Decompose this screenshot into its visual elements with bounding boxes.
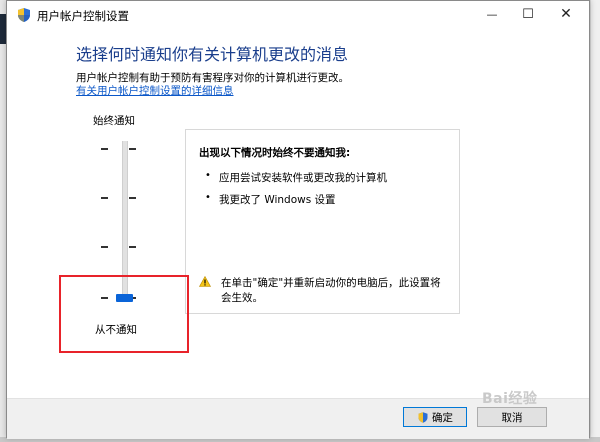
- warning-icon: [199, 276, 211, 287]
- slider-tick: [101, 148, 108, 150]
- minimize-button[interactable]: —: [475, 1, 509, 27]
- warning-text: 在单击"确定"并重新启动你的电脑后，此设置将会生效。: [221, 277, 441, 304]
- watermark: Bai经验: [482, 391, 538, 407]
- bullet-marker: •: [205, 170, 211, 181]
- maximize-button[interactable]: ☐: [511, 1, 545, 27]
- bullet-marker: •: [205, 192, 211, 203]
- slider-tick: [129, 148, 136, 150]
- slider-tick: [129, 197, 136, 199]
- minimize-icon: —: [486, 7, 498, 21]
- slider-tick: [129, 246, 136, 248]
- setting-description-panel: 出现以下情况时始终不要通知我: • 应用尝试安装软件或更改我的计算机 • 我更改…: [185, 129, 460, 314]
- panel-title: 出现以下情况时始终不要通知我:: [199, 147, 351, 159]
- desktop-right-strip: [591, 0, 600, 442]
- slider-tick: [101, 197, 108, 199]
- ok-label: 确定: [432, 411, 453, 424]
- page-heading: 选择何时通知你有关计算机更改的消息: [76, 45, 349, 64]
- bullet-item: 我更改了 Windows 设置: [219, 194, 336, 206]
- cancel-label: 取消: [501, 411, 523, 424]
- window-title: 用户帐户控制设置: [37, 9, 129, 23]
- uac-shield-icon: [18, 8, 30, 22]
- ok-button[interactable]: 确定: [403, 407, 467, 427]
- slider-top-label: 始终通知: [93, 115, 135, 127]
- uac-shield-icon: [418, 411, 428, 423]
- close-icon: ✕: [560, 6, 572, 22]
- maximize-icon: ☐: [522, 6, 534, 22]
- slider-tick: [101, 246, 108, 248]
- learn-more-link[interactable]: 有关用户帐户控制设置的详细信息: [76, 83, 234, 98]
- close-button[interactable]: ✕: [549, 1, 583, 27]
- bullet-item: 应用尝试安装软件或更改我的计算机: [219, 172, 387, 184]
- highlight-annotation: [59, 275, 189, 353]
- cancel-button[interactable]: 取消: [477, 407, 547, 427]
- uac-settings-window: 用户帐户控制设置 — ☐ ✕ 选择何时通知你有关计算机更改的消息 用户帐户控制有…: [6, 0, 590, 439]
- title-bar[interactable]: 用户帐户控制设置 — ☐ ✕: [7, 1, 589, 29]
